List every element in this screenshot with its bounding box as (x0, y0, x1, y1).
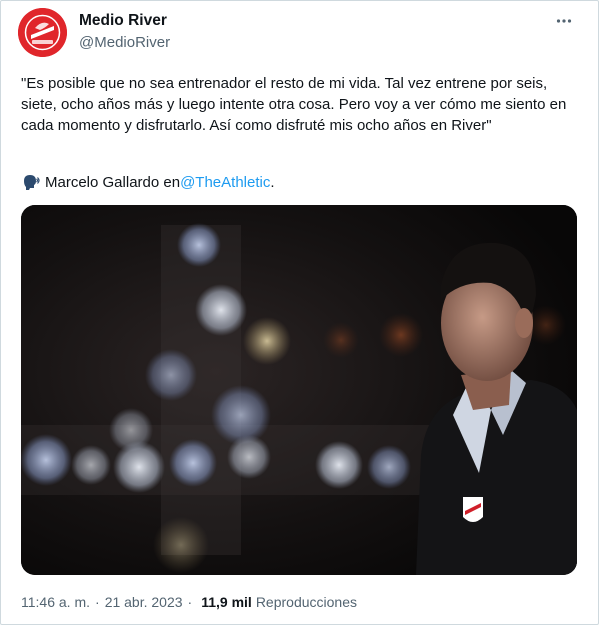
tweet-meta: 11:46 a. m. · 21 abr. 2023 · 11,9 mil Re… (21, 594, 357, 610)
tweet-card: Medio River @MedioRiver "Es posible que … (0, 0, 599, 625)
tweet-text: "Es posible que no sea entrenador el res… (21, 75, 567, 134)
handle[interactable]: @MedioRiver (79, 34, 170, 51)
display-name[interactable]: Medio River (79, 12, 167, 30)
tweet-time[interactable]: 11:46 a. m. (21, 594, 90, 610)
avatar[interactable] (18, 8, 67, 57)
byline-suffix: . (270, 174, 275, 191)
speaking-head-icon (21, 173, 40, 192)
photo-marcelo-gallardo (21, 205, 577, 575)
separator: · (187, 594, 193, 610)
mention-link[interactable]: @TheAthletic (180, 172, 270, 193)
tweet-photo[interactable] (21, 205, 577, 575)
more-options-icon[interactable] (556, 13, 572, 29)
river-plate-logo-icon (18, 8, 67, 57)
tweet-byline: Marcelo Gallardo en @TheAthletic . (21, 172, 275, 193)
tweet-date[interactable]: 21 abr. 2023 (105, 594, 183, 610)
views-label: Reproducciones (255, 594, 357, 610)
separator: · (95, 594, 100, 610)
byline-prefix: Marcelo Gallardo en (45, 174, 181, 191)
views-count: 11,9 mil (201, 594, 252, 610)
